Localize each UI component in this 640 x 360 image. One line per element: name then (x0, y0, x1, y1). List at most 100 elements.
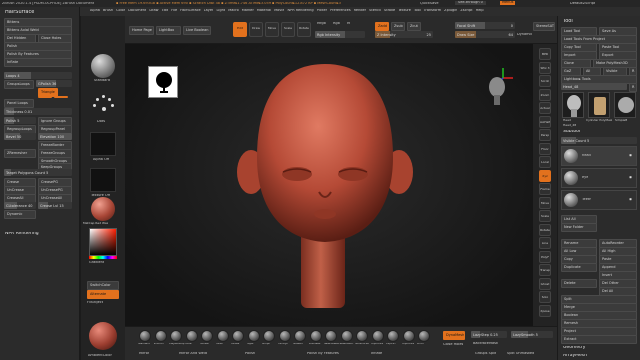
default-zscript[interactable]: DefaultZScript (570, 2, 595, 6)
menu-item-alpha[interactable]: Alpha (90, 9, 100, 13)
menu-item-macro[interactable]: Macro (228, 9, 239, 13)
elevation-slider[interactable]: Elevation 100 (38, 133, 72, 140)
zadd-button[interactable]: Zadd (375, 22, 389, 31)
brush-clipcurve-icon[interactable] (402, 330, 415, 342)
head-model[interactable] (225, 62, 425, 312)
nav-line-fill-button[interactable]: Line Fill (539, 237, 551, 249)
nav-polyf-button[interactable]: PolyF (539, 250, 551, 263)
brush-inflate-icon[interactable] (232, 330, 244, 342)
quicksave-button[interactable]: QuickSave (420, 2, 439, 6)
nav-transp-button[interactable]: Transp (539, 264, 551, 276)
edit-mode-button[interactable]: Edit (233, 22, 247, 37)
brush-move-icon[interactable] (185, 330, 198, 342)
tool-thumbnail-simpleb[interactable] (614, 92, 636, 118)
subtool-row-eye[interactable]: eye ◉ (561, 168, 637, 188)
menu-item-tool[interactable]: Tool (414, 9, 421, 13)
menu-item-light[interactable]: Light (216, 9, 225, 13)
bottom-label-polish[interactable]: Polish (245, 352, 255, 356)
nav-scale-button[interactable]: Scale (539, 210, 551, 222)
switch-color-button[interactable]: SwitchColor (87, 281, 119, 290)
menu-item-preferences[interactable]: Preferences (330, 9, 351, 13)
eye-visibility-icon[interactable]: ◉ (629, 154, 632, 158)
geometry-header[interactable]: Geometry (563, 346, 585, 351)
lazystep-slider[interactable]: LazyStep 0.25 (471, 331, 507, 338)
menu-item-zscript[interactable]: Zscript (460, 9, 472, 13)
left-panel-header[interactable]: HairSurface (5, 10, 34, 15)
lightbox-button[interactable]: LightBox (156, 26, 181, 35)
menu-item-file[interactable]: File (171, 9, 177, 13)
scale-mode-button[interactable]: Scale (281, 22, 295, 37)
nav-actual-button[interactable]: Actual (539, 102, 551, 114)
nav-ghost-button[interactable]: Ghost (539, 277, 551, 290)
new-folder-button[interactable]: New Folder (561, 223, 597, 232)
nav-zoom-button[interactable]: Zoom (539, 88, 551, 101)
gradient-label[interactable]: Gradient (89, 261, 104, 265)
npr-rendering-header[interactable]: NPR Rendering (5, 232, 39, 237)
menus-button[interactable]: Menus (500, 1, 516, 5)
bottom-label-mirror[interactable]: Mirror (139, 352, 149, 356)
cl-tolerance-slider[interactable]: CLtolerance 40 (4, 202, 36, 209)
tool-thumbnail-head[interactable] (562, 92, 584, 118)
m-toggle[interactable]: M (347, 22, 350, 26)
menu-item-color[interactable]: Color (116, 9, 125, 13)
texture-off-icon[interactable] (90, 168, 116, 192)
dynamesh-button[interactable]: DynaMesh (443, 331, 465, 340)
menu-item-layer[interactable]: Layer (204, 9, 214, 13)
draw-size-slider[interactable]: Draw Size 64 (455, 31, 515, 38)
brush-standard-icon[interactable] (139, 330, 151, 342)
zsub-button[interactable]: Zsub (391, 22, 405, 31)
menu-item-transform[interactable]: Transform (424, 9, 441, 13)
r-toggle-button[interactable]: R (629, 83, 637, 92)
menu-item-material[interactable]: Material (257, 9, 271, 13)
matcap-red-wax-icon[interactable] (91, 197, 115, 221)
lazysmooth-slider[interactable]: LazySmooth 5 (511, 331, 553, 338)
menu-item-draw[interactable]: Draw (149, 9, 158, 13)
menu-item-texture[interactable]: Texture (398, 9, 411, 13)
nav-rotate-button[interactable]: Rotate (539, 223, 551, 236)
menu-item-edit[interactable]: Edit (162, 9, 169, 13)
nav-frame-button[interactable]: Frame (539, 183, 551, 195)
bottom-label-inflate[interactable]: Inflate (371, 352, 382, 356)
brush-morph-icon[interactable] (263, 330, 275, 342)
focal-shift-slider[interactable]: Focal Shift 0 (455, 22, 515, 29)
nav-local-button[interactable]: Local (539, 156, 551, 168)
nav-bpr-button[interactable]: BPR (539, 48, 551, 60)
see-through-slider[interactable]: See-through 0 (455, 1, 486, 5)
alternate-button[interactable]: Alternate (87, 290, 119, 299)
z-intensity-slider[interactable]: Z Intensity 25 (375, 31, 433, 38)
bottom-label-polish-by-features[interactable]: Polish By Features (307, 352, 339, 356)
nav-aahalf-button[interactable]: AAHalf (539, 115, 551, 128)
brush-snakeh-icon[interactable] (294, 330, 306, 342)
nav-spix-button[interactable]: SPix 3 (539, 61, 551, 74)
arraymesh-header[interactable]: ArrayMesh (563, 354, 587, 359)
menu-item-stencil[interactable]: Stencil (369, 9, 381, 13)
nav-floor-button[interactable]: Floor (539, 142, 551, 155)
color-picker[interactable] (89, 228, 117, 256)
brush-zmodeler-icon[interactable] (309, 330, 322, 342)
tool-name-slider[interactable]: Head_48 (561, 83, 627, 90)
loops-slider[interactable]: Loops 4 (4, 72, 72, 79)
live-boolean-button[interactable]: Live Boolean (183, 26, 211, 35)
left-item-inflate[interactable]: Inflate (4, 58, 72, 67)
dots-stroke-icon[interactable] (91, 94, 115, 118)
brush-clipcirc-icon[interactable] (387, 330, 399, 342)
panel-toggle-b[interactable] (54, 96, 68, 98)
brush-slicecurve-icon[interactable] (356, 330, 368, 342)
bottom-label-mirror-and-weld[interactable]: Mirror And Weld (179, 352, 207, 356)
split-unmasked-label[interactable]: Split Unmasked (507, 352, 534, 356)
delete-button[interactable]: Delete (561, 279, 597, 288)
subtool-row-head[interactable]: head ◉ (561, 146, 637, 166)
rgb-intensity-slider[interactable]: Rgb Intensity (315, 31, 365, 38)
nav-persp-button[interactable]: Persp (539, 129, 551, 141)
ambient-color-swatch[interactable] (89, 322, 117, 350)
draw-mode-button[interactable]: Draw (249, 22, 263, 37)
brush-hpolish-icon[interactable] (201, 330, 213, 342)
brush-selectlasso-icon[interactable] (325, 330, 337, 342)
zcut-button[interactable]: Zcut (407, 22, 421, 31)
fill-object-label[interactable]: FillObject (87, 301, 103, 305)
menu-item-help[interactable]: Help (476, 9, 484, 13)
home-page-button[interactable]: Home Page (129, 26, 154, 35)
menu-item-movie[interactable]: Movie (274, 9, 284, 13)
menu-item-marker[interactable]: Marker (242, 9, 254, 13)
menu-item-stroke[interactable]: Stroke (384, 9, 395, 13)
